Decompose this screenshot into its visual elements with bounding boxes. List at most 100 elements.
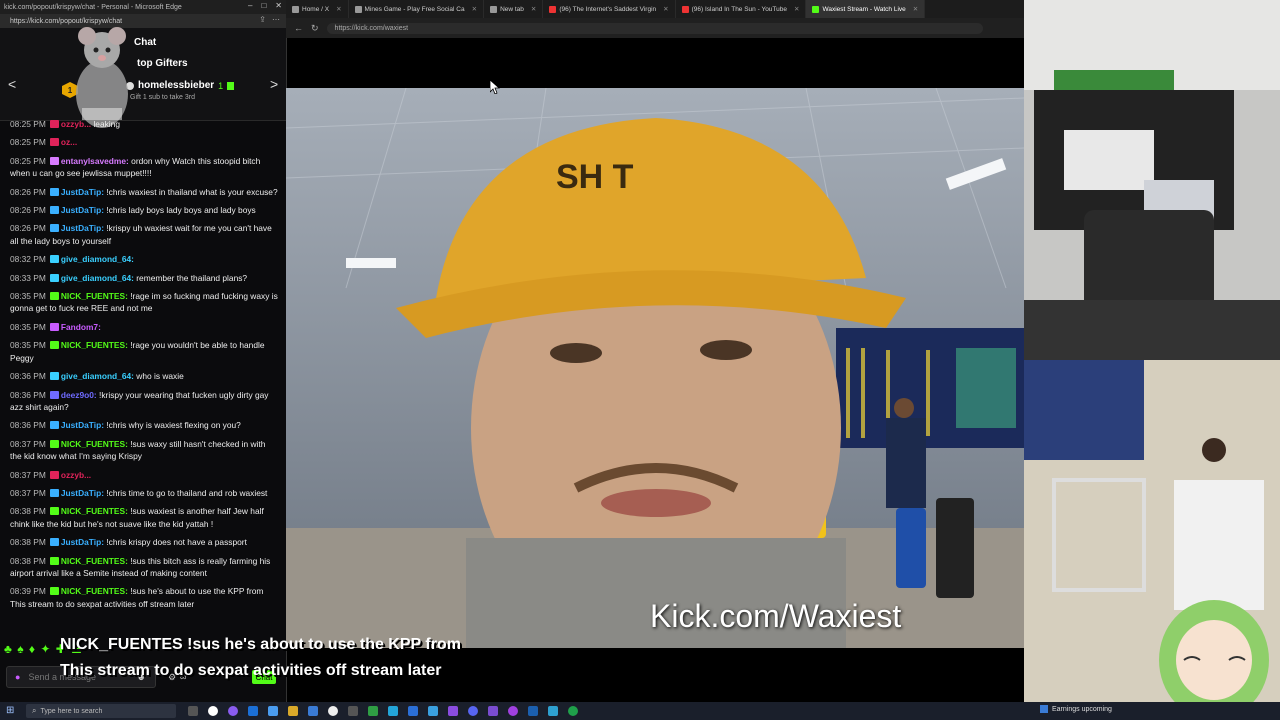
tab-3[interactable]: (96) The Internet's Saddest Virgin ✕ xyxy=(543,0,676,18)
message-username[interactable]: give_diamond_64: xyxy=(61,371,134,381)
url-field[interactable]: https://kick.com/waxiest xyxy=(326,22,983,34)
chat-message[interactable]: 08:25 PM entanylsavedme: ordon why Watch … xyxy=(10,155,278,180)
chat-message[interactable]: 08:26 PM JustDaTip: !chris waxiest in tha… xyxy=(10,186,278,198)
chat-message[interactable]: 08:35 PM Fandom7: xyxy=(10,321,278,333)
steam-icon[interactable] xyxy=(548,706,558,716)
chat-message[interactable]: 08:32 PM give_diamond_64: xyxy=(10,253,278,265)
app-icon-10[interactable] xyxy=(428,706,438,716)
chat-address-bar[interactable]: https://kick.com/popout/krispyw/chat ⇪ ⋯ xyxy=(0,14,286,28)
chat-message[interactable]: 08:38 PM JustDaTip: !chris krispy does no… xyxy=(10,536,278,548)
chat-message[interactable]: 08:37 PM ozzyb... xyxy=(10,469,278,481)
edge-icon[interactable] xyxy=(248,706,258,716)
taskbar-search[interactable]: ⌕ Type here to search xyxy=(26,704,176,718)
tab-close-icon[interactable]: ✕ xyxy=(336,5,341,13)
more-icon[interactable]: ⋯ xyxy=(272,15,280,24)
app-icon-1[interactable] xyxy=(208,706,218,716)
message-username[interactable]: NICK_FUENTES: xyxy=(61,340,128,350)
chat-message[interactable]: 08:36 PM give_diamond_64: who is waxie xyxy=(10,370,278,382)
app-icon-3[interactable] xyxy=(268,706,278,716)
badge-icon xyxy=(49,439,59,448)
chat-message[interactable]: 08:36 PM deez9o0: !krispy your wearing th… xyxy=(10,389,278,414)
message-username[interactable]: entanylsavedme: xyxy=(61,156,129,166)
tab-4[interactable]: (96) Island In The Sun - YouTube ✕ xyxy=(676,0,807,18)
prev-arrow-icon[interactable]: < xyxy=(8,76,16,92)
task-view-icon[interactable] xyxy=(188,706,198,716)
next-arrow-icon[interactable]: > xyxy=(270,76,278,92)
rank-badge: 1 xyxy=(62,82,78,98)
tab-close-icon[interactable]: ✕ xyxy=(531,5,536,13)
app-icon-4[interactable] xyxy=(308,706,318,716)
tab-2[interactable]: New tab ✕ xyxy=(484,0,544,18)
stream-video[interactable]: SH T xyxy=(286,88,1024,648)
top-gifter-row[interactable]: homelessbieber 1 xyxy=(126,80,235,91)
app-icon-11[interactable] xyxy=(448,706,458,716)
message-text: !sus waxiest is another half Jew half ch… xyxy=(10,506,264,529)
message-time: 08:35 PM xyxy=(10,321,46,332)
chat-message[interactable]: 08:35 PM NICK_FUENTES: !rage im so fuckin… xyxy=(10,290,278,315)
message-username[interactable]: JustDaTip: xyxy=(61,488,104,498)
message-username[interactable]: JustDaTip: xyxy=(61,205,104,215)
app-icon-2[interactable] xyxy=(228,706,238,716)
message-username[interactable]: JustDaTip: xyxy=(61,537,104,547)
taskbar-news[interactable]: Earnings upcoming xyxy=(1040,705,1112,713)
message-username[interactable]: NICK_FUENTES: xyxy=(61,439,128,449)
message-time: 08:36 PM xyxy=(10,371,46,382)
tab-close-icon[interactable]: ✕ xyxy=(913,5,918,13)
message-username[interactable]: NICK_FUENTES: xyxy=(61,291,128,301)
message-username[interactable]: ozzyb... xyxy=(61,119,91,129)
chat-message[interactable]: 08:26 PM JustDaTip: !chris lady boys lady… xyxy=(10,204,278,216)
tab-0[interactable]: Home / X ✕ xyxy=(286,0,349,18)
message-username[interactable]: JustDaTip: xyxy=(61,187,104,197)
chat-message[interactable]: 08:26 PM JustDaTip: !krispy uh waxiest wa… xyxy=(10,222,278,247)
chat-message[interactable]: 08:37 PM NICK_FUENTES: !sus waxy still ha… xyxy=(10,438,278,463)
message-username[interactable]: JustDaTip: xyxy=(61,420,104,430)
chat-message[interactable]: 08:37 PM JustDaTip: !chris time to go to … xyxy=(10,487,278,499)
chat-message[interactable]: 08:33 PM give_diamond_64: remember the th… xyxy=(10,272,278,284)
gifter-name[interactable]: homelessbieber xyxy=(138,80,214,91)
tab-5[interactable]: Waxiest Stream - Watch Live ✕ xyxy=(806,0,926,18)
app-icon-7[interactable] xyxy=(368,706,378,716)
chat-message[interactable]: 08:36 PM JustDaTip: !chris why is waxiest… xyxy=(10,419,278,431)
message-username[interactable]: NICK_FUENTES: xyxy=(61,556,128,566)
message-username[interactable]: JustDaTip: xyxy=(61,223,104,233)
chrome-icon[interactable] xyxy=(568,706,578,716)
message-username[interactable]: NICK_FUENTES: xyxy=(61,506,128,516)
app-icon-9[interactable] xyxy=(408,706,418,716)
chat-message[interactable]: 08:25 PM ozzyb... leaking xyxy=(10,118,278,130)
gift-icon xyxy=(227,81,235,90)
chat-message[interactable]: 08:25 PM oz... xyxy=(10,136,278,148)
folder-icon[interactable] xyxy=(288,706,298,716)
chat-message[interactable]: 08:35 PM NICK_FUENTES: !rage you wouldn't… xyxy=(10,339,278,364)
app-icon-14[interactable] xyxy=(528,706,538,716)
maximize-icon[interactable]: □ xyxy=(261,1,266,10)
chat-message-list[interactable]: 08:25 PM ozzyb... leaking 08:25 PM oz... 08… xyxy=(0,118,282,638)
chat-url[interactable]: https://kick.com/popout/krispyw/chat xyxy=(10,18,122,25)
tab-close-icon[interactable]: ✕ xyxy=(472,5,477,13)
share-icon[interactable]: ⇪ xyxy=(259,15,266,24)
back-icon[interactable]: ← xyxy=(294,23,303,33)
chat-message[interactable]: 08:38 PM NICK_FUENTES: !sus this bitch as… xyxy=(10,555,278,580)
tab-close-icon[interactable]: ✕ xyxy=(663,5,668,13)
windows-start-icon[interactable]: ⊞ xyxy=(6,705,14,716)
message-username[interactable]: oz... xyxy=(61,137,77,147)
message-username[interactable]: deez9o0: xyxy=(61,390,97,400)
close-icon[interactable]: ✕ xyxy=(275,1,282,10)
message-username[interactable]: give_diamond_64: xyxy=(61,254,134,264)
message-username[interactable]: ozzyb... xyxy=(61,470,91,480)
message-username[interactable]: Fandom7: xyxy=(61,322,101,332)
app-icon-13[interactable] xyxy=(508,706,518,716)
refresh-icon[interactable]: ↻ xyxy=(311,23,319,34)
message-username[interactable]: NICK_FUENTES: xyxy=(61,586,128,596)
mic-icon[interactable]: ● xyxy=(15,672,20,682)
tab-1[interactable]: Mines Game - Play Free Social Ca ✕ xyxy=(349,0,485,18)
discord-icon[interactable] xyxy=(468,706,478,716)
message-username[interactable]: give_diamond_64: xyxy=(61,273,134,283)
app-icon-6[interactable] xyxy=(348,706,358,716)
tab-close-icon[interactable]: ✕ xyxy=(794,5,799,13)
app-icon-12[interactable] xyxy=(488,706,498,716)
minimize-icon[interactable]: – xyxy=(248,1,252,10)
chat-message[interactable]: 08:38 PM NICK_FUENTES: !sus waxiest is an… xyxy=(10,505,278,530)
app-icon-5[interactable] xyxy=(328,706,338,716)
app-icon-8[interactable] xyxy=(388,706,398,716)
chat-message[interactable]: 08:39 PM NICK_FUENTES: !sus he's about to… xyxy=(10,585,278,610)
